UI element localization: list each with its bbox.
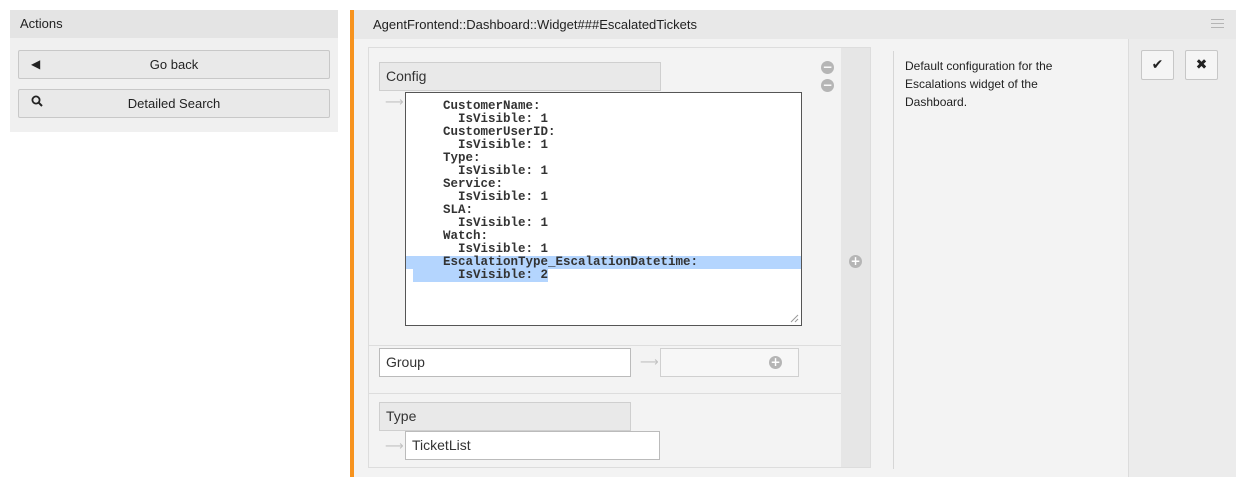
add-entry-icon[interactable]: +: [849, 255, 862, 268]
type-value-field[interactable]: TicketList: [405, 431, 660, 460]
setting-actions: ✔ ✖: [1128, 39, 1236, 477]
resize-grip-icon[interactable]: [790, 314, 799, 323]
divider: [893, 51, 894, 469]
hash-structure: Config ⟶ CustomerName: IsVisible: 1 Cust…: [369, 48, 841, 467]
close-icon: ✖: [1195, 57, 1208, 73]
setting-header: AgentFrontend::Dashboard::Widget###Escal…: [354, 10, 1236, 39]
setting-description: Default configuration for the Escalation…: [905, 59, 1053, 109]
setting-widget: AgentFrontend::Dashboard::Widget###Escal…: [350, 10, 1236, 477]
checkmark-icon: ✔: [1151, 57, 1164, 73]
detailed-search-button[interactable]: Detailed Search: [18, 89, 330, 118]
save-button[interactable]: ✔: [1141, 50, 1174, 80]
group-entry: Group ⟶ +: [369, 345, 841, 393]
remove-entry-icon[interactable]: −: [821, 79, 834, 92]
arrow-right-icon: ⟶: [640, 354, 659, 369]
group-key-field[interactable]: Group: [379, 348, 631, 377]
add-item-icon[interactable]: +: [769, 356, 782, 369]
type-entry: Type ⟶ TicketList: [369, 393, 841, 467]
detailed-search-label: Detailed Search: [127, 96, 221, 111]
arrow-right-icon: ⟶: [385, 94, 404, 109]
config-code-line: IsVisible: 2: [413, 268, 549, 282]
actions-sidebar: Actions ◀ Go back Detailed Search: [10, 10, 338, 132]
arrow-right-icon: ⟶: [385, 438, 404, 453]
setting-title: AgentFrontend::Dashboard::Widget###Escal…: [373, 17, 697, 32]
remove-entry-icon[interactable]: −: [821, 61, 834, 74]
sidebar-title: Actions: [10, 10, 338, 38]
config-key-label[interactable]: Config: [379, 62, 661, 91]
cancel-button[interactable]: ✖: [1185, 50, 1218, 80]
go-back-label: Go back: [149, 57, 199, 72]
config-entry: Config ⟶ CustomerName: IsVisible: 1 Cust…: [369, 48, 841, 345]
setting-value-box: Config ⟶ CustomerName: IsVisible: 1 Cust…: [368, 47, 871, 468]
config-textarea[interactable]: CustomerName: IsVisible: 1 CustomerUserI…: [405, 92, 802, 326]
type-key-label[interactable]: Type: [379, 402, 631, 431]
go-back-button[interactable]: ◀ Go back: [18, 50, 330, 79]
config-code: CustomerName: IsVisible: 1 CustomerUserI…: [406, 100, 801, 282]
hamburger-menu-icon[interactable]: [1211, 19, 1224, 30]
